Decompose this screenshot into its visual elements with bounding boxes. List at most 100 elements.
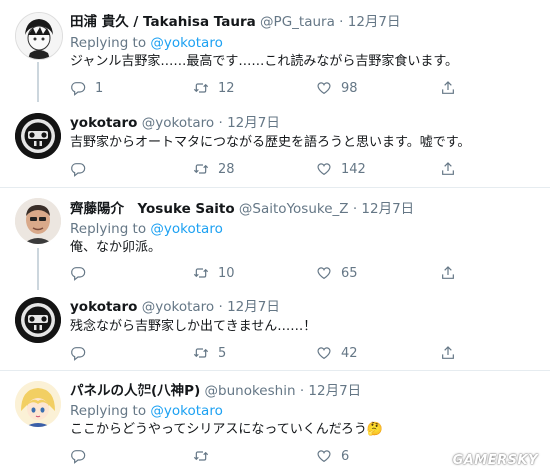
like-button[interactable]: 65: [316, 265, 358, 281]
display-name[interactable]: yokotaro: [70, 115, 137, 131]
like-icon: [317, 163, 331, 176]
tweet-4[interactable]: yokotaro @yokotaro · 12月7日 残念ながら吉野家しか出てき…: [0, 288, 550, 370]
reply-button[interactable]: [70, 448, 95, 464]
avatar-yokotaro-image: [15, 297, 61, 343]
reply-button[interactable]: [70, 265, 95, 281]
retweet-button[interactable]: [193, 448, 218, 464]
like-button[interactable]: 6: [316, 448, 349, 464]
retweet-icon: [193, 268, 209, 278]
like-count: 42: [341, 345, 358, 361]
display-name[interactable]: パネルの人㌍(八神P): [70, 383, 200, 399]
tweet-header: yokotaro @yokotaro · 12月7日: [70, 298, 280, 316]
reply-icon: [71, 450, 86, 464]
tweet-header: パネルの人㌍(八神P) @bunokeshin · 12月7日: [70, 382, 361, 400]
like-count: 98: [341, 80, 358, 96]
timestamp[interactable]: 12月7日: [227, 299, 280, 315]
replying-prefix: Replying to: [70, 221, 147, 237]
share-button[interactable]: [440, 80, 456, 96]
tweet-text: 俺、なか卯派。: [70, 240, 162, 255]
reply-button[interactable]: [70, 161, 95, 177]
like-button[interactable]: 98: [316, 80, 358, 96]
tweet-text: 吉野家からオートマタにつながる歴史を語ろうと思います。嘘です。: [70, 135, 471, 150]
share-button[interactable]: [440, 345, 456, 361]
display-name[interactable]: 田浦 貴久 / Takahisa Taura: [70, 14, 256, 30]
retweet-icon: [193, 451, 209, 461]
tweet-text: 残念ながら吉野家しか出てきません……！: [70, 319, 317, 334]
tweet-1[interactable]: 田浦 貴久 / Takahisa Taura @PG_taura · 12月7日…: [0, 0, 550, 102]
avatar-yokotaro-image: [15, 113, 61, 159]
username[interactable]: @bunokeshin: [205, 383, 296, 399]
username[interactable]: @yokotaro: [142, 115, 214, 131]
timestamp[interactable]: 12月7日: [227, 115, 280, 131]
timestamp[interactable]: 12月7日: [308, 383, 361, 399]
like-count: 65: [341, 265, 358, 281]
replying-to-link[interactable]: @yokotaro: [150, 35, 222, 51]
like-icon: [317, 347, 331, 360]
avatar-bunokeshin-image: [15, 381, 61, 427]
tweet-2[interactable]: yokotaro @yokotaro · 12月7日 吉野家からオートマタにつな…: [0, 100, 550, 188]
share-icon: [442, 346, 454, 359]
like-count: 6: [341, 448, 350, 464]
timestamp[interactable]: 12月7日: [348, 14, 401, 30]
tweet-header: yokotaro @yokotaro · 12月7日: [70, 114, 280, 132]
separator-dot: ·: [352, 201, 358, 217]
tweet-text: ジャンル吉野家……最高です……これ読みながら吉野家食います。: [70, 54, 459, 69]
share-button[interactable]: [440, 161, 456, 177]
replying-to: Replying to @yokotaro: [70, 220, 223, 238]
like-button[interactable]: 142: [316, 161, 366, 177]
replying-to-link[interactable]: @yokotaro: [150, 403, 222, 419]
reply-button[interactable]: [70, 345, 95, 361]
avatar-yokotaro[interactable]: [15, 113, 61, 159]
separator-dot: ·: [218, 299, 223, 315]
like-button[interactable]: 42: [316, 345, 358, 361]
retweet-icon: [193, 164, 209, 174]
tweet-actions: 5 42: [70, 345, 530, 365]
retweet-icon: [193, 83, 209, 93]
reply-icon: [71, 163, 86, 177]
reply-icon: [71, 347, 86, 361]
share-icon: [442, 266, 454, 279]
tweet-actions: 10 65: [70, 265, 530, 285]
retweet-button[interactable]: 12: [193, 80, 235, 96]
avatar-taura[interactable]: [15, 12, 63, 60]
tweet-actions: 28 142: [70, 161, 530, 181]
retweet-icon: [193, 348, 209, 358]
tweet-header: 田浦 貴久 / Takahisa Taura @PG_taura · 12月7日: [70, 13, 401, 31]
replying-prefix: Replying to: [70, 35, 147, 51]
reply-count: 1: [95, 80, 104, 96]
like-icon: [317, 82, 331, 95]
timestamp[interactable]: 12月7日: [361, 201, 414, 217]
display-name[interactable]: yokotaro: [70, 299, 137, 315]
share-button[interactable]: [440, 265, 456, 281]
retweet-button[interactable]: 5: [193, 345, 226, 361]
replying-to-link[interactable]: @yokotaro: [150, 221, 222, 237]
replying-to: Replying to @yokotaro: [70, 34, 223, 52]
reply-icon: [71, 82, 86, 96]
tweet-actions: 1 12 98: [70, 80, 530, 100]
username[interactable]: @SaitoYosuke_Z: [239, 201, 349, 217]
like-icon: [317, 267, 331, 280]
tweet-3[interactable]: 齊藤陽介 Yosuke Saito @SaitoYosuke_Z · 12月7日…: [0, 188, 550, 290]
like-icon: [317, 450, 331, 463]
retweet-button[interactable]: 10: [193, 265, 235, 281]
retweet-count: 5: [218, 345, 227, 361]
avatar-bunokeshin[interactable]: [15, 381, 61, 427]
separator-dot: ·: [299, 383, 305, 399]
share-icon: [442, 162, 454, 175]
avatar-yokotaro[interactable]: [15, 297, 61, 343]
reply-button[interactable]: 1: [70, 80, 103, 96]
retweet-count: 12: [218, 80, 235, 96]
avatar-saito[interactable]: [15, 198, 61, 244]
separator-dot: ·: [339, 14, 344, 30]
watermark: GAMERSKY: [452, 453, 538, 468]
username[interactable]: @PG_taura: [260, 14, 335, 30]
like-count: 142: [341, 161, 366, 177]
replying-to: Replying to @yokotaro: [70, 402, 223, 420]
username[interactable]: @yokotaro: [142, 299, 214, 315]
avatar-saito-image: [15, 198, 61, 244]
display-name[interactable]: 齊藤陽介 Yosuke Saito: [70, 201, 235, 217]
replying-prefix: Replying to: [70, 403, 147, 419]
reply-icon: [71, 267, 86, 281]
retweet-button[interactable]: 28: [193, 161, 235, 177]
share-icon: [442, 81, 454, 94]
